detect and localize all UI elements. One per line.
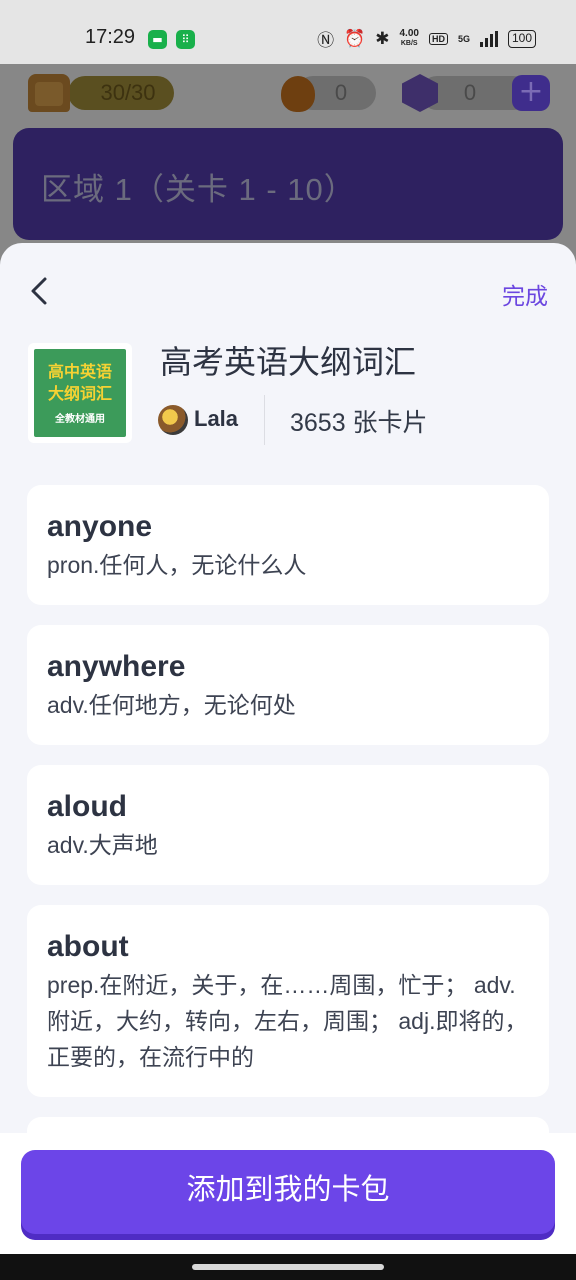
fire-icon: [281, 76, 315, 112]
word-card[interactable]: aloud adv.大声地: [27, 765, 549, 885]
region-title: 区域 1（关卡 1 - 10）: [41, 172, 356, 207]
cover-subtitle: 全教材通用: [55, 413, 105, 425]
status-bar: 17:29 ▬ ⠿ Ⓝ ⏰ ✱ 4.00 KB/S HD 5G 100: [0, 0, 576, 64]
calculator-app-icon: ⠿: [176, 30, 195, 49]
back-button[interactable]: [24, 273, 56, 309]
author-name[interactable]: Lala: [194, 406, 238, 432]
home-gesture-handle[interactable]: [192, 1264, 384, 1270]
hd-badge: HD: [428, 32, 448, 45]
nfc-icon: Ⓝ: [317, 31, 335, 50]
chevron-left-icon: [31, 277, 47, 305]
word-card[interactable]: anyone pron.任何人，无论什么人: [27, 485, 549, 605]
deck-title: 高考英语大纲词汇: [160, 344, 417, 380]
meta-divider: [264, 395, 265, 445]
done-button[interactable]: 完成: [502, 277, 548, 311]
word-card[interactable]: about prep.在附近，关于，在……周围，忙于； adv.附近，大约，转向…: [27, 905, 549, 1097]
add-to-my-deck-button[interactable]: 添加到我的卡包: [21, 1150, 555, 1234]
bread-icon: [28, 74, 70, 112]
status-indicators: Ⓝ ⏰ ✱ 4.00 KB/S HD 5G 100: [317, 26, 536, 51]
navigation-bar: [0, 1254, 576, 1280]
word-meaning: prep.在附近，关于，在……周围，忙于； adv.附近，大约，转向，左右，周围…: [47, 972, 528, 1070]
add-gems-button[interactable]: +: [512, 75, 550, 111]
region-banner[interactable]: 区域 1（关卡 1 - 10）: [13, 128, 563, 240]
status-time: 17:29: [85, 26, 136, 48]
word-text: aloud: [47, 790, 127, 823]
cover-line-1: 高中英语: [47, 363, 112, 381]
author-avatar[interactable]: [158, 405, 188, 435]
message-app-icon: ▬: [148, 30, 167, 49]
bread-counter: 30/30: [68, 76, 174, 110]
word-meaning: adv.大声地: [47, 832, 158, 858]
word-card[interactable]: anywhere adv.任何地方，无论何处: [27, 625, 549, 745]
signal-icon: [479, 30, 498, 47]
card-count: 3653 张卡片: [290, 409, 428, 437]
word-text: anyone: [47, 510, 153, 543]
network-type: 5G: [457, 33, 470, 44]
deck-detail-sheet: 完成 高中英语 大纲词汇 全教材通用 高考英语大纲词汇 Lala 3653 张卡…: [0, 243, 576, 1254]
network-speed: 4.00 KB/S: [399, 27, 419, 47]
word-text: anywhere: [47, 650, 186, 683]
word-text: about: [47, 930, 129, 963]
cover-line-2: 大纲词汇: [47, 385, 112, 403]
bluetooth-icon: ✱: [375, 28, 390, 48]
word-meaning: adv.任何地方，无论何处: [47, 692, 296, 718]
deck-cover: 高中英语 大纲词汇 全教材通用: [28, 343, 132, 443]
word-meaning: pron.任何人，无论什么人: [47, 552, 307, 578]
battery-icon: 100: [507, 29, 536, 48]
alarm-icon: ⏰: [344, 28, 366, 48]
